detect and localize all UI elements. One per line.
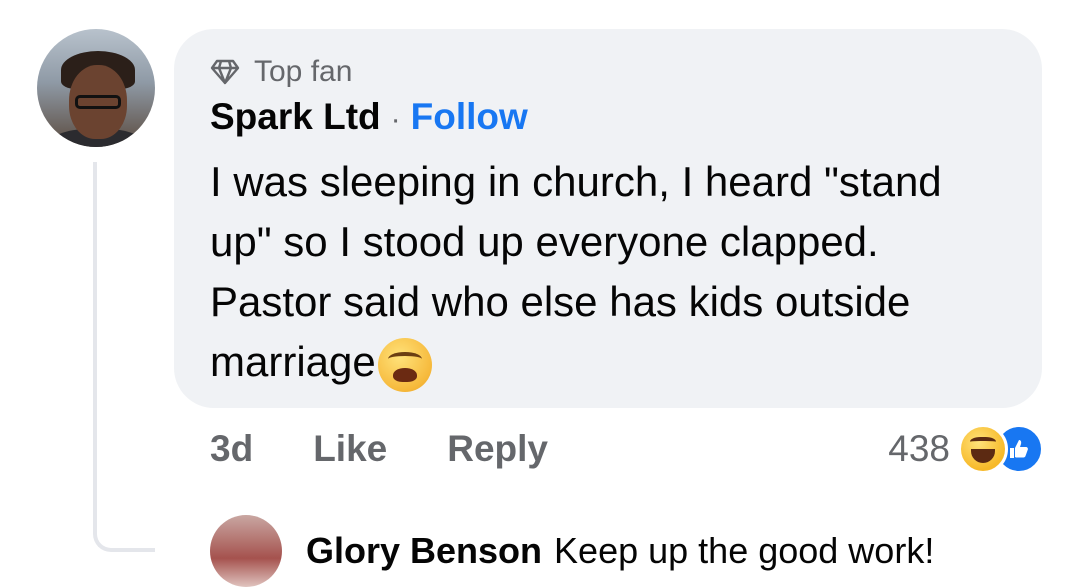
author-name[interactable]: Spark Ltd <box>210 96 381 138</box>
comment-body: I was sleeping in church, I heard "stand… <box>210 152 990 392</box>
like-button[interactable]: Like <box>313 428 387 470</box>
reply-preview[interactable]: Glory Benson Keep up the good work! <box>306 530 934 572</box>
follow-button[interactable]: Follow <box>411 96 528 138</box>
haha-reaction-icon <box>958 424 1008 474</box>
avatar-glasses <box>75 95 121 109</box>
comment-actions: 3d Like Reply <box>210 428 608 470</box>
comment-header: Spark Ltd · Follow <box>210 96 528 138</box>
reply-author-avatar[interactable] <box>210 515 282 587</box>
reaction-count: 438 <box>888 428 950 469</box>
timestamp[interactable]: 3d <box>210 428 253 470</box>
badge-label: Top fan <box>254 55 353 88</box>
reply-thread-line <box>93 162 155 552</box>
top-fan-badge: Top fan <box>210 55 352 89</box>
reply-button[interactable]: Reply <box>447 428 548 470</box>
thumbs-up-icon <box>1010 440 1028 458</box>
diamond-icon <box>210 59 240 85</box>
weary-face-emoji-icon <box>377 337 432 392</box>
commenter-avatar[interactable] <box>37 29 155 147</box>
separator-dot: · <box>390 103 401 136</box>
reaction-summary[interactable]: 438 <box>888 424 1044 474</box>
comment-text: I was sleeping in church, I heard "stand… <box>210 158 942 385</box>
